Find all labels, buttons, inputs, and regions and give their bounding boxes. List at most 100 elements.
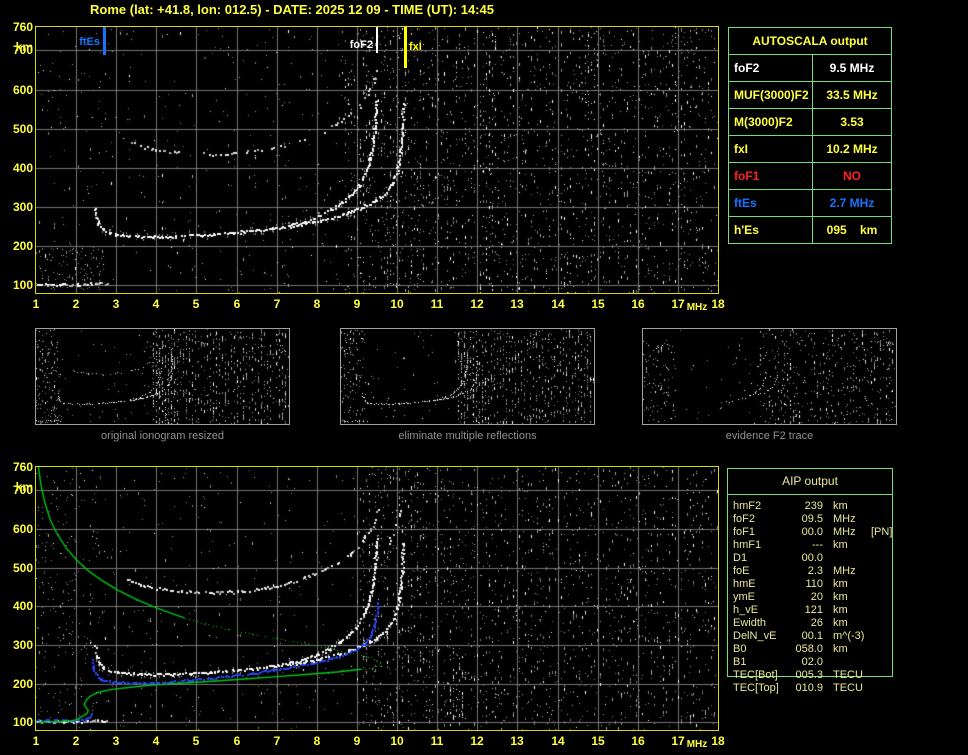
autoscala-row-4: foF1NO bbox=[729, 163, 891, 190]
aip-val: 00.0 bbox=[789, 552, 823, 565]
bottom-ionogram-canvas bbox=[36, 467, 718, 730]
marker-line-fxI bbox=[404, 27, 407, 68]
aip-unit: km bbox=[823, 591, 869, 604]
page-title: Rome (lat: +41.8, lon: 012.5) - DATE: 20… bbox=[0, 2, 584, 17]
aip-row-DelN_vE: DelN_vE00.1m^(-3) bbox=[733, 630, 908, 643]
x-tick-label: 14 bbox=[548, 734, 568, 748]
y-axis-unit-label: km bbox=[2, 480, 33, 494]
autoscala-param-label: h'Es bbox=[729, 217, 813, 243]
autoscala-param-value: 10.2 MHz bbox=[813, 136, 891, 162]
aip-extra bbox=[869, 604, 908, 617]
x-tick-label: 15 bbox=[588, 297, 608, 311]
autoscala-param-label: ftEs bbox=[729, 190, 813, 216]
aip-unit: MHz bbox=[823, 526, 869, 539]
aip-unit: km bbox=[823, 617, 869, 630]
aip-val: 00.1 bbox=[789, 630, 823, 643]
aip-name: B0 bbox=[733, 643, 789, 656]
aip-extra bbox=[869, 513, 908, 526]
x-tick-label: 8 bbox=[307, 297, 327, 311]
bottom-ionogram-plot bbox=[35, 466, 719, 731]
aip-unit: km bbox=[823, 604, 869, 617]
aip-row-foF2: foF209.5MHz bbox=[733, 513, 908, 526]
aip-row-B1: B102.0 bbox=[733, 656, 908, 669]
autoscala-param-label: foF2 bbox=[729, 55, 813, 81]
x-tick-label: 15 bbox=[588, 734, 608, 748]
x-tick-label: 2 bbox=[66, 297, 86, 311]
top-ionogram-plot: ftEsfoF2fxI bbox=[35, 26, 719, 294]
y-tick-label: 600 bbox=[2, 522, 33, 536]
autoscala-param-label: fxI bbox=[729, 136, 813, 162]
aip-name: D1 bbox=[733, 552, 789, 565]
aip-val: 110 bbox=[789, 578, 823, 591]
aip-name: TEC[Top] bbox=[733, 682, 789, 695]
x-tick-label: 6 bbox=[227, 734, 247, 748]
panel-original-ionogram bbox=[35, 328, 290, 425]
aip-unit bbox=[823, 552, 869, 565]
aip-extra bbox=[869, 552, 908, 565]
x-tick-label: 16 bbox=[628, 297, 648, 311]
aip-val: 20 bbox=[789, 591, 823, 604]
autoscala-param-value: 2.7 MHz bbox=[813, 190, 891, 216]
y-tick-label: 200 bbox=[2, 239, 33, 253]
x-tick-label: 1 bbox=[26, 297, 46, 311]
aip-table-title: AIP output bbox=[728, 469, 892, 495]
marker-label-ftEs: ftEs bbox=[79, 36, 100, 48]
aip-row-hmF1: hmF1---km bbox=[733, 539, 908, 552]
marker-label-fxI: fxI bbox=[409, 41, 422, 53]
autoscala-row-3: fxI10.2 MHz bbox=[729, 136, 891, 163]
x-tick-label: 13 bbox=[507, 734, 527, 748]
x-axis-unit-label: MHz bbox=[682, 301, 712, 315]
x-tick-label: 10 bbox=[387, 734, 407, 748]
aip-table-rows: hmF2239kmfoF209.5MHzfoF100.0MHz[PN]hmF1-… bbox=[733, 500, 908, 695]
x-tick-label: 14 bbox=[548, 297, 568, 311]
aip-name: Ewidth bbox=[733, 617, 789, 630]
aip-val: 2.3 bbox=[789, 565, 823, 578]
aip-extra bbox=[869, 578, 908, 591]
aip-extra bbox=[869, 539, 908, 552]
x-tick-label: 3 bbox=[106, 297, 126, 311]
marker-line-foF2 bbox=[376, 27, 378, 53]
aip-row-h_vE: h_vE121km bbox=[733, 604, 908, 617]
autoscala-app-window: Rome (lat: +41.8, lon: 012.5) - DATE: 20… bbox=[0, 0, 968, 755]
aip-name: B1 bbox=[733, 656, 789, 669]
aip-val: 02.0 bbox=[789, 656, 823, 669]
x-tick-label: 5 bbox=[186, 297, 206, 311]
autoscala-param-value: 9.5 MHz bbox=[813, 55, 891, 81]
aip-val: --- bbox=[789, 539, 823, 552]
aip-unit bbox=[823, 656, 869, 669]
aip-val: 239 bbox=[789, 500, 823, 513]
autoscala-row-1: MUF(3000)F233.5 MHz bbox=[729, 82, 891, 109]
aip-unit: km bbox=[823, 539, 869, 552]
aip-unit: MHz bbox=[823, 565, 869, 578]
aip-row-foF1: foF100.0MHz[PN] bbox=[733, 526, 908, 539]
x-tick-label: 6 bbox=[227, 297, 247, 311]
y-tick-label: 100 bbox=[2, 278, 33, 292]
aip-row-Ewidth: Ewidth26km bbox=[733, 617, 908, 630]
y-tick-label: 100 bbox=[2, 715, 33, 729]
aip-row-hmE: hmE110km bbox=[733, 578, 908, 591]
aip-name: h_vE bbox=[733, 604, 789, 617]
aip-name: ymE bbox=[733, 591, 789, 604]
y-axis-unit-label: km bbox=[2, 40, 33, 54]
y-tick-label: 760 bbox=[2, 460, 33, 474]
panel-eliminate-reflections bbox=[340, 328, 595, 425]
aip-row-D1: D100.0 bbox=[733, 552, 908, 565]
aip-val: 121 bbox=[789, 604, 823, 617]
y-tick-label: 300 bbox=[2, 638, 33, 652]
aip-val: 26 bbox=[789, 617, 823, 630]
autoscala-output-table: AUTOSCALA output foF29.5 MHzMUF(3000)F23… bbox=[728, 27, 892, 244]
autoscala-param-label: MUF(3000)F2 bbox=[729, 82, 813, 108]
marker-line-ftEs bbox=[103, 27, 106, 55]
y-tick-label: 500 bbox=[2, 122, 33, 136]
aip-name: foF1 bbox=[733, 526, 789, 539]
autoscala-row-0: foF29.5 MHz bbox=[729, 55, 891, 82]
aip-extra bbox=[869, 656, 908, 669]
aip-extra bbox=[869, 682, 908, 695]
x-tick-label: 4 bbox=[146, 297, 166, 311]
x-tick-label: 2 bbox=[66, 734, 86, 748]
aip-row-hmF2: hmF2239km bbox=[733, 500, 908, 513]
aip-unit: km bbox=[823, 643, 869, 656]
autoscala-table-title: AUTOSCALA output bbox=[729, 28, 891, 55]
aip-name: hmF1 bbox=[733, 539, 789, 552]
x-tick-label: 7 bbox=[267, 734, 287, 748]
